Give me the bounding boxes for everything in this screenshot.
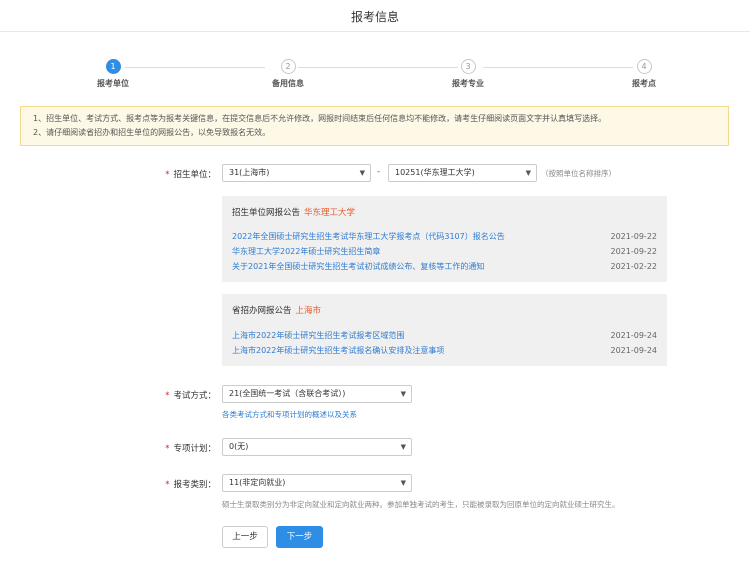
province-name: 上海市 [295, 306, 322, 316]
caret-down-icon: ▼ [400, 390, 406, 398]
step-label: 报考点 [632, 79, 656, 88]
apply-type-hint: 硕士生录取类别分为非定向就业和定向就业两种。参加单独考试的考生，只能被录取为回原… [222, 500, 620, 509]
step-label: 报考专业 [452, 79, 484, 88]
step-3: 3 报考专业 [423, 59, 513, 89]
notice-box: 1、招生单位、考试方式、报考点等为报考关键信息，在提交信息后不允许修改，网报时间… [20, 106, 729, 146]
plan-label: * 专项计划： [165, 444, 216, 454]
required-mark: * [165, 391, 170, 401]
next-button[interactable]: 下一步 [276, 526, 323, 548]
notice-link[interactable]: 华东理工大学2022年硕士研究生招生简章 [232, 247, 380, 256]
school-notice-item[interactable]: 关于2021年全国硕士研究生招生考试初试成绩公布、复核等工作的通知 2021-0… [232, 260, 657, 274]
notice-line-1: 1、招生单位、考试方式、报考点等为报考关键信息，在提交信息后不允许修改，网报时间… [33, 114, 607, 123]
notice-link[interactable]: 上海市2022年硕士研究生招生考试报名确认安排及注意事项 [232, 346, 444, 355]
notice-line-2: 2、请仔细阅读省招办和招生单位的网报公告，以免导致报名无效。 [33, 128, 271, 137]
school-name: 华东理工大学 [304, 208, 356, 218]
school-select[interactable]: 10251(华东理工大学) ▼ [388, 164, 537, 182]
school-notice-box: 招生单位网报公告 华东理工大学 2022年全国硕士研究生招生考试华东理工大学报考点… [222, 196, 667, 282]
caret-down-icon: ▼ [525, 169, 531, 177]
school-notice-item[interactable]: 华东理工大学2022年硕士研究生招生简章 2021-09-22 [232, 245, 657, 259]
type-label: * 报考类别： [165, 480, 216, 490]
required-mark: * [165, 170, 170, 180]
step-number: 2 [280, 59, 296, 74]
step-label: 报考单位 [97, 79, 129, 88]
school-notice-head: 招生单位网报公告 华东理工大学 [232, 208, 356, 218]
special-plan-value: 0(无) [229, 442, 249, 451]
page: 报考信息 1 报考单位 2 备用信息 3 报考专业 4 报考点 1、招生单位、考… [0, 0, 750, 567]
step-number: 3 [460, 59, 476, 74]
page-title: 报考信息 [350, 10, 399, 24]
province-notice-item[interactable]: 上海市2022年硕士研究生招生考试报考区域范围 2021-09-24 [232, 329, 657, 343]
notice-link[interactable]: 上海市2022年硕士研究生招生考试报考区域范围 [232, 331, 404, 340]
province-notice-box: 省招办网报公告 上海市 上海市2022年硕士研究生招生考试报考区域范围 2021-… [222, 294, 667, 366]
step-number: 4 [636, 59, 652, 74]
caret-down-icon: ▼ [400, 479, 406, 487]
notice-link[interactable]: 2022年全国硕士研究生招生考试华东理工大学报考点（代码3107）报名公告 [232, 232, 505, 241]
exam-mode-select[interactable]: 21(全国统一考试（含联合考试）) ▼ [222, 385, 412, 403]
apply-type-select[interactable]: 11(非定向就业) ▼ [222, 474, 412, 492]
school-notice-item[interactable]: 2022年全国硕士研究生招生考试华东理工大学报考点（代码3107）报名公告 20… [232, 230, 657, 244]
notice-date: 2021-09-22 [610, 232, 658, 241]
province-select[interactable]: 31(上海市) ▼ [222, 164, 371, 182]
exam-mode-overview-link[interactable]: 各类考试方式和专项计划的概述以及关系 [222, 409, 357, 420]
apply-type-value: 11(非定向就业) [229, 478, 286, 487]
province-notice-head: 省招办网报公告 上海市 [232, 306, 322, 316]
notice-link[interactable]: 关于2021年全国硕士研究生招生考试初试成绩公布、复核等工作的通知 [232, 262, 484, 271]
province-select-value: 31(上海市) [229, 168, 270, 177]
unit-sort-hint: （按照单位名称排序） [541, 169, 616, 178]
required-mark: * [165, 480, 170, 490]
required-mark: * [165, 444, 170, 454]
prev-button[interactable]: 上一步 [222, 526, 268, 548]
step-1: 1 报考单位 [68, 59, 158, 89]
mode-label: * 考试方式： [165, 391, 216, 401]
caret-down-icon: ▼ [400, 443, 406, 451]
step-4: 4 报考点 [599, 59, 689, 89]
title-divider [0, 31, 750, 32]
special-plan-select[interactable]: 0(无) ▼ [222, 438, 412, 456]
school-select-value: 10251(华东理工大学) [395, 168, 475, 177]
step-2: 2 备用信息 [243, 59, 333, 89]
step-label: 备用信息 [272, 79, 304, 88]
notice-date: 2021-09-22 [610, 247, 658, 256]
range-dash: - [377, 167, 381, 177]
province-notice-item[interactable]: 上海市2022年硕士研究生招生考试报名确认安排及注意事项 2021-09-24 [232, 344, 657, 358]
notice-date: 2021-02-22 [610, 262, 658, 271]
step-number: 1 [105, 59, 121, 74]
notice-date: 2021-09-24 [610, 331, 658, 340]
exam-mode-value: 21(全国统一考试（含联合考试）) [229, 389, 346, 398]
notice-date: 2021-09-24 [610, 346, 658, 355]
caret-down-icon: ▼ [359, 169, 365, 177]
unit-label: * 招生单位： [165, 170, 216, 180]
